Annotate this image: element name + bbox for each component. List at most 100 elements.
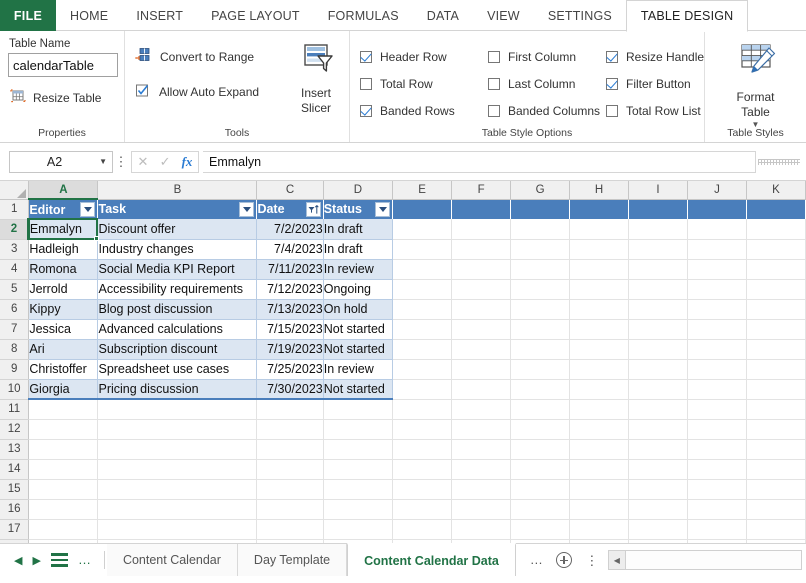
sheet-tab-content-calendar-data[interactable]: Content Calendar Data [347,543,516,576]
cell-E16[interactable] [392,499,453,520]
cell-J8[interactable] [687,339,747,360]
cell-D14[interactable] [323,459,394,480]
row-header-6[interactable]: 6 [0,299,30,320]
cell-I6[interactable] [628,299,688,320]
cell-D4[interactable]: In review [323,259,394,280]
row-header-7[interactable]: 7 [0,319,30,340]
cell-A8[interactable]: Ari [28,339,99,360]
cell-G13[interactable] [510,439,571,460]
cell-K7[interactable] [746,319,806,340]
column-header-f[interactable]: F [451,181,512,200]
cell-H13[interactable] [569,439,630,460]
checkbox-unchecked-icon[interactable] [606,104,618,117]
cell-J4[interactable] [687,259,747,280]
cell-A1[interactable]: Editor [28,199,99,219]
column-header-b[interactable]: B [97,181,258,200]
convert-to-range-button[interactable]: Convert to Range [135,47,285,66]
cell-D15[interactable] [323,479,394,500]
cell-A15[interactable] [28,479,99,500]
cell-J13[interactable] [687,439,747,460]
cell-I4[interactable] [628,259,688,280]
cell-D9[interactable]: In review [323,359,394,380]
cell-I12[interactable] [628,419,688,440]
checkbox-unchecked-icon[interactable] [488,77,500,90]
cell-I9[interactable] [628,359,688,380]
cell-A10[interactable]: Giorgia [28,379,99,400]
tab-settings[interactable]: SETTINGS [534,0,626,31]
tab-table-design[interactable]: TABLE DESIGN [625,0,749,32]
cell-K8[interactable] [746,339,806,360]
checkbox-checked-icon[interactable] [606,77,618,90]
cell-F17[interactable] [451,519,512,540]
fill-handle[interactable] [94,236,100,241]
cell-A6[interactable]: Kippy [28,299,99,320]
table-name-input[interactable]: calendarTable [8,53,118,77]
cell-J2[interactable] [687,219,747,240]
cell-C18[interactable] [256,539,324,543]
cell-J18[interactable] [687,539,747,543]
cell-B6[interactable]: Blog post discussion [97,299,258,320]
cell-I5[interactable] [628,279,688,300]
cell-B12[interactable] [97,419,258,440]
table-style-option-banded-rows[interactable]: Banded Rows [360,97,488,124]
tab-page-layout[interactable]: PAGE LAYOUT [197,0,314,31]
cell-H18[interactable] [569,539,630,543]
add-sheet-icon[interactable] [555,552,572,568]
cell-A12[interactable] [28,419,99,440]
insert-function-icon[interactable]: fx [182,154,193,170]
cell-G3[interactable] [510,239,571,260]
cell-I18[interactable] [628,539,688,543]
cell-A3[interactable]: Hadleigh [28,239,99,260]
row-header-10[interactable]: 10 [0,379,30,400]
cell-C14[interactable] [256,459,324,480]
column-header-a[interactable]: A [28,181,99,200]
cell-B9[interactable]: Spreadsheet use cases [97,359,258,380]
cell-G8[interactable] [510,339,571,360]
tab-data[interactable]: DATA [413,0,473,31]
column-header-g[interactable]: G [510,181,571,200]
cell-A17[interactable] [28,519,99,540]
cell-E6[interactable] [392,299,453,320]
cell-H6[interactable] [569,299,630,320]
row-header-14[interactable]: 14 [0,459,30,480]
cell-F16[interactable] [451,499,512,520]
row-header-17[interactable]: 17 [0,519,30,540]
allow-auto-expand-button[interactable]: Allow Auto Expand [135,83,285,101]
table-style-option-first-column[interactable]: First Column [488,43,606,70]
format-table-button[interactable]: Format Table ▼ [733,36,779,129]
cell-F7[interactable] [451,319,512,340]
next-sheet-icon[interactable]: ▶ [32,554,40,567]
cell-E10[interactable] [392,379,453,400]
tab-home[interactable]: HOME [56,0,122,31]
cell-E5[interactable] [392,279,453,300]
cell-D18[interactable] [323,539,394,543]
cell-F10[interactable] [451,379,512,400]
cell-H10[interactable] [569,379,630,400]
cell-G9[interactable] [510,359,571,380]
cell-G17[interactable] [510,519,571,540]
tab-view[interactable]: VIEW [473,0,534,31]
column-header-k[interactable]: K [746,181,806,200]
cell-E13[interactable] [392,439,453,460]
cell-I16[interactable] [628,499,688,520]
cell-A18[interactable] [28,539,99,543]
cell-J17[interactable] [687,519,747,540]
cell-H4[interactable] [569,259,630,280]
cell-A7[interactable]: Jessica [28,319,99,340]
cell-G12[interactable] [510,419,571,440]
cell-E15[interactable] [392,479,453,500]
formula-input[interactable]: Emmalyn [203,150,756,173]
row-header-13[interactable]: 13 [0,439,30,460]
cell-G4[interactable] [510,259,571,280]
table-style-option-header-row[interactable]: Header Row [360,43,488,70]
cell-E14[interactable] [392,459,453,480]
cell-G11[interactable] [510,399,571,420]
column-header-h[interactable]: H [569,181,630,200]
cancel-entry-icon[interactable]: ✕ [138,154,149,170]
cell-J16[interactable] [687,499,747,520]
column-header-d[interactable]: D [323,181,394,200]
cell-B4[interactable]: Social Media KPI Report [97,259,258,280]
cell-C1[interactable]: Date [256,199,324,219]
cell-G18[interactable] [510,539,571,543]
tab-insert[interactable]: INSERT [122,0,197,31]
